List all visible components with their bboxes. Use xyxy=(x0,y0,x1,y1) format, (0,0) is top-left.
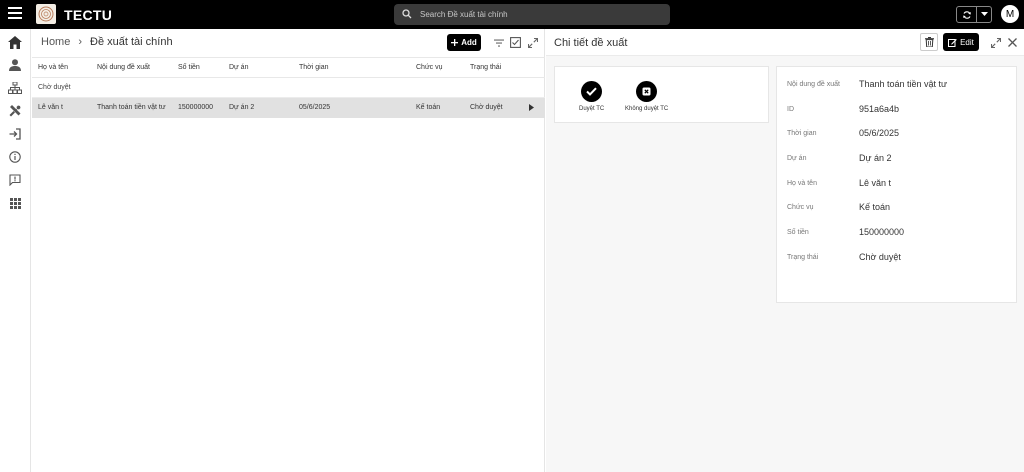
field-chuc-vu: Chức vụ Kế toán xyxy=(787,202,1012,216)
field-value: Dự án 2 xyxy=(859,153,892,163)
delete-button[interactable] xyxy=(920,33,938,51)
field-value: Thanh toán tiền vật tư xyxy=(859,79,948,89)
field-label: Dự án xyxy=(787,155,807,162)
field-ho-ten: Họ và tên Lê văn t xyxy=(787,178,1012,192)
filter-icon[interactable] xyxy=(492,36,505,49)
column-header-chuc-vu[interactable]: Chức vụ xyxy=(416,64,442,71)
chevron-right-icon: › xyxy=(78,36,83,48)
field-label: Thời gian xyxy=(787,130,817,137)
approve-action-label: Duyệt TC xyxy=(579,106,605,112)
field-trang-thai: Trạng thái Chờ duyệt xyxy=(787,252,1012,266)
edit-icon xyxy=(948,38,957,47)
checkbox-select-icon[interactable] xyxy=(509,36,522,49)
hamburger-menu-icon[interactable] xyxy=(8,7,22,21)
field-value: Chờ duyệt xyxy=(859,252,901,262)
breadcrumb-home-link[interactable]: Home xyxy=(41,36,70,48)
chevron-down-icon[interactable] xyxy=(977,7,991,22)
breadcrumb: Home › Đề xuất tài chính xyxy=(41,36,173,48)
app-title: TECTU xyxy=(64,7,113,23)
reject-action-label: Không duyệt TC xyxy=(625,106,669,112)
edit-button[interactable]: Edit xyxy=(943,33,979,51)
column-header-thoi-gian[interactable]: Thời gian xyxy=(299,64,329,71)
column-header-du-an[interactable]: Dự án xyxy=(229,64,248,71)
field-so-tien: Số tiền 150000000 xyxy=(787,227,1012,241)
detail-header: Chi tiết đề xuất Edit xyxy=(546,29,1024,56)
login-icon[interactable] xyxy=(7,126,23,142)
cell-chuc-vu: Kế toán xyxy=(416,104,441,111)
search-input[interactable] xyxy=(420,4,660,25)
cell-thoi-gian: 05/6/2025 xyxy=(299,104,331,111)
column-header-trang-thai[interactable]: Trạng thái xyxy=(470,64,501,71)
detail-panel: Chi tiết đề xuất Edit Duyệt TC Không duy… xyxy=(546,29,1024,472)
detail-title: Chi tiết đề xuất xyxy=(554,37,628,49)
group-header-row[interactable]: Chờ duyệt xyxy=(32,78,545,98)
close-icon[interactable] xyxy=(1007,37,1018,48)
top-bar: TECTU M xyxy=(0,0,1024,29)
field-id: ID 951a6a4b xyxy=(787,104,1012,118)
field-value: Kế toán xyxy=(859,202,891,212)
column-header-noi-dung[interactable]: Nội dung đề xuất xyxy=(97,64,150,71)
field-label: Nội dung đề xuất xyxy=(787,81,840,88)
cell-trang-thai: Chờ duyệt xyxy=(470,104,503,111)
action-card: Duyệt TC Không duyệt TC xyxy=(554,66,769,123)
sync-button-group xyxy=(956,6,992,23)
app-logo xyxy=(36,4,56,24)
sidebar xyxy=(0,29,31,472)
apps-grid-icon[interactable] xyxy=(7,195,23,211)
field-label: Trạng thái xyxy=(787,254,819,261)
user-avatar[interactable]: M xyxy=(1001,5,1019,23)
field-label: Họ và tên xyxy=(787,180,817,187)
sync-icon[interactable] xyxy=(957,7,977,22)
person-icon[interactable] xyxy=(7,57,23,73)
info-icon[interactable] xyxy=(7,149,23,165)
chevron-right-icon xyxy=(529,104,534,111)
search-icon xyxy=(402,9,412,19)
check-icon xyxy=(581,81,603,102)
column-header-so-tien[interactable]: Số tiền xyxy=(178,64,200,71)
trash-icon xyxy=(924,37,934,47)
cell-ho-ten: Lê văn t xyxy=(38,104,63,111)
field-value: 05/6/2025 xyxy=(859,128,900,138)
feedback-icon[interactable] xyxy=(7,172,23,188)
field-value: Lê văn t xyxy=(859,178,892,188)
search-box[interactable] xyxy=(394,4,670,25)
cell-noi-dung: Thanh toán tiền vật tư xyxy=(97,104,166,111)
table-header: Họ và tên Nội dung đề xuất Số tiền Dự án… xyxy=(32,57,545,78)
field-du-an: Dự án Dự án 2 xyxy=(787,153,1012,167)
group-label: Chờ duyệt xyxy=(38,84,71,91)
org-chart-icon[interactable] xyxy=(7,80,23,96)
reject-icon xyxy=(636,81,658,102)
field-label: ID xyxy=(787,106,794,113)
breadcrumb-current: Đề xuất tài chính xyxy=(90,36,173,48)
field-value: 951a6a4b xyxy=(859,104,900,114)
column-header-ho-ten[interactable]: Họ và tên xyxy=(38,64,68,71)
cell-du-an: Dự án 2 xyxy=(229,104,255,111)
expand-icon[interactable] xyxy=(526,36,539,49)
field-noi-dung: Nội dung đề xuất Thanh toán tiền vật tư xyxy=(787,79,1012,93)
list-panel: Home › Đề xuất tài chính Add Họ và tên N… xyxy=(32,29,545,472)
cell-so-tien: 150000000 xyxy=(178,104,214,111)
tools-icon[interactable] xyxy=(7,103,23,119)
edit-button-label: Edit xyxy=(960,37,974,47)
expand-icon[interactable] xyxy=(990,37,1001,48)
proposal-table: Họ và tên Nội dung đề xuất Số tiền Dự án… xyxy=(32,57,545,118)
field-label: Số tiền xyxy=(787,229,809,236)
add-button-label: Add xyxy=(461,38,477,47)
plus-icon xyxy=(451,39,459,46)
info-card: Nội dung đề xuất Thanh toán tiền vật tư … xyxy=(776,66,1017,303)
field-label: Chức vụ xyxy=(787,204,814,211)
table-row[interactable]: Lê văn t Thanh toán tiền vật tư 15000000… xyxy=(32,98,545,118)
home-icon[interactable] xyxy=(7,34,23,50)
reject-action-button[interactable]: Không duyệt TC xyxy=(625,81,668,112)
field-value: 150000000 xyxy=(859,227,905,237)
field-thoi-gian: Thời gian 05/6/2025 xyxy=(787,128,1012,142)
approve-action-button[interactable]: Duyệt TC xyxy=(579,81,604,112)
add-button[interactable]: Add xyxy=(447,34,481,51)
